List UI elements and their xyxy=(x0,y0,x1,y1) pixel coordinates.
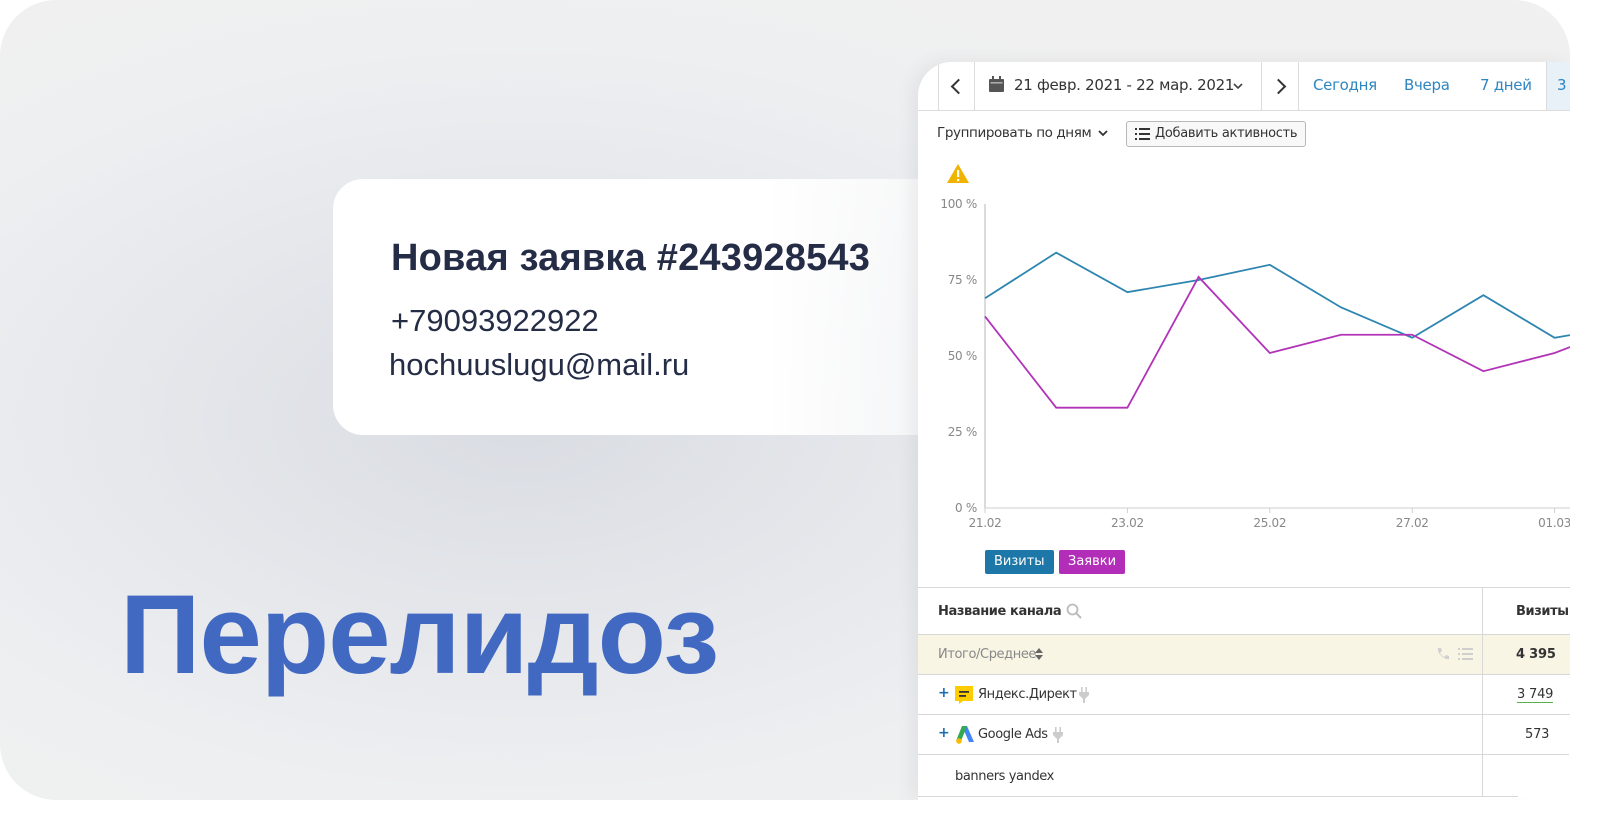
x-tick-label: 21.02 xyxy=(969,516,1002,530)
quick-range-30-days[interactable]: 3 xyxy=(1557,76,1567,94)
conversion-line-chart: 100 % 75 % 50 % 25 % 0 % 21.02 23.02 25.02 27.0… xyxy=(940,164,1570,530)
phone-icon xyxy=(1437,648,1449,660)
y-tick-label: 75 % xyxy=(948,273,977,287)
date-toolbar: 21 февр. 2021 - 22 мар. 2021 Сегодня Вче… xyxy=(918,62,1570,111)
quick-range-today[interactable]: Сегодня xyxy=(1313,76,1377,94)
channel-name: banners yandex xyxy=(955,769,1054,784)
chevron-down-icon xyxy=(1098,130,1108,137)
sort-icon[interactable] xyxy=(1035,648,1043,660)
table-header-row: Название канала Визиты xyxy=(918,587,1570,635)
brand-title: Перелидоз xyxy=(120,572,719,697)
calendar-icon xyxy=(989,76,1004,92)
column-divider xyxy=(1482,588,1483,635)
add-activity-label: Добавить активность xyxy=(1155,126,1298,141)
channel-visits-link[interactable]: 3 749 xyxy=(1517,687,1553,703)
y-tick-label: 0 % xyxy=(955,501,977,515)
column-divider xyxy=(1482,715,1483,755)
table-row[interactable]: banners yandex xyxy=(918,754,1570,797)
column-header-visits[interactable]: Визиты xyxy=(1516,604,1569,619)
plug-icon xyxy=(1079,687,1089,703)
column-divider xyxy=(1482,635,1483,675)
group-by-dropdown[interactable]: Группировать по дням xyxy=(937,125,1108,141)
add-activity-button[interactable]: Добавить активность xyxy=(1126,121,1307,147)
total-label: Итого/Среднее xyxy=(938,647,1037,662)
chart-series xyxy=(984,251,1570,409)
channel-visits: 573 xyxy=(1525,727,1550,742)
expand-row-button[interactable]: + xyxy=(938,685,950,701)
analytics-panel: 21 февр. 2021 - 22 мар. 2021 Сегодня Вче… xyxy=(918,62,1570,800)
x-tick-label: 25.02 xyxy=(1253,516,1286,530)
quick-range-30-days-tab[interactable]: 3 xyxy=(1547,62,1570,110)
legend-visits[interactable]: Визиты xyxy=(985,550,1054,574)
date-range-label: 21 февр. 2021 - 22 мар. 2021 xyxy=(1014,76,1235,94)
toolbar-divider xyxy=(1298,62,1299,110)
lead-notification-card: Новая заявка #243928543 +79093922922 hoc… xyxy=(333,179,953,435)
promo-background: Новая заявка #243928543 +79093922922 hoc… xyxy=(0,0,1570,800)
y-tick-label: 50 % xyxy=(948,349,977,363)
yandex-direct-icon xyxy=(955,686,973,704)
prev-period-button[interactable] xyxy=(939,62,974,110)
search-icon[interactable] xyxy=(1066,603,1082,619)
channel-name: Google Ads xyxy=(978,727,1048,742)
column-divider xyxy=(1482,675,1483,715)
quick-range-7-days[interactable]: 7 дней xyxy=(1480,76,1532,94)
group-by-label: Группировать по дням xyxy=(937,125,1092,141)
x-tick-label: 27.02 xyxy=(1396,516,1429,530)
x-axis: 21.02 23.02 25.02 27.02 01.03 xyxy=(969,508,1570,530)
expand-row-button[interactable]: + xyxy=(938,725,950,741)
table-row[interactable]: + Google Ads 573 xyxy=(918,714,1570,755)
row-divider xyxy=(918,796,1518,797)
quick-range-yesterday[interactable]: Вчера xyxy=(1404,76,1450,94)
google-ads-icon xyxy=(956,726,974,744)
y-axis: 100 % 75 % 50 % 25 % 0 % xyxy=(940,197,977,515)
table-total-row: Итого/Среднее 4 395 xyxy=(918,634,1570,675)
total-visits: 4 395 xyxy=(1516,647,1556,662)
series-visits-line xyxy=(984,251,1570,339)
y-tick-label: 25 % xyxy=(948,425,977,439)
next-period-button[interactable] xyxy=(1262,62,1298,110)
x-tick-label: 01.03 xyxy=(1538,516,1570,530)
table-row[interactable]: + Яндекс.Директ 3 749 xyxy=(918,674,1570,715)
x-tick-label: 23.02 xyxy=(1111,516,1144,530)
warning-icon xyxy=(947,164,969,183)
legend-leads[interactable]: Заявки xyxy=(1059,550,1126,574)
list-icon xyxy=(1135,128,1150,140)
lead-title: Новая заявка #243928543 xyxy=(391,237,871,279)
chevron-down-icon xyxy=(1233,83,1243,90)
column-divider xyxy=(1482,755,1483,797)
channel-name: Яндекс.Директ xyxy=(978,687,1077,702)
plug-icon xyxy=(1053,727,1063,743)
lead-email: hochuuslugu@mail.ru xyxy=(389,347,690,382)
list-icon xyxy=(1458,648,1473,660)
y-tick-label: 100 % xyxy=(940,197,977,211)
lead-phone: +79093922922 xyxy=(391,303,599,338)
chevron-left-icon xyxy=(950,78,967,94)
chevron-right-icon xyxy=(1270,78,1286,94)
column-header-channel[interactable]: Название канала xyxy=(938,604,1062,619)
